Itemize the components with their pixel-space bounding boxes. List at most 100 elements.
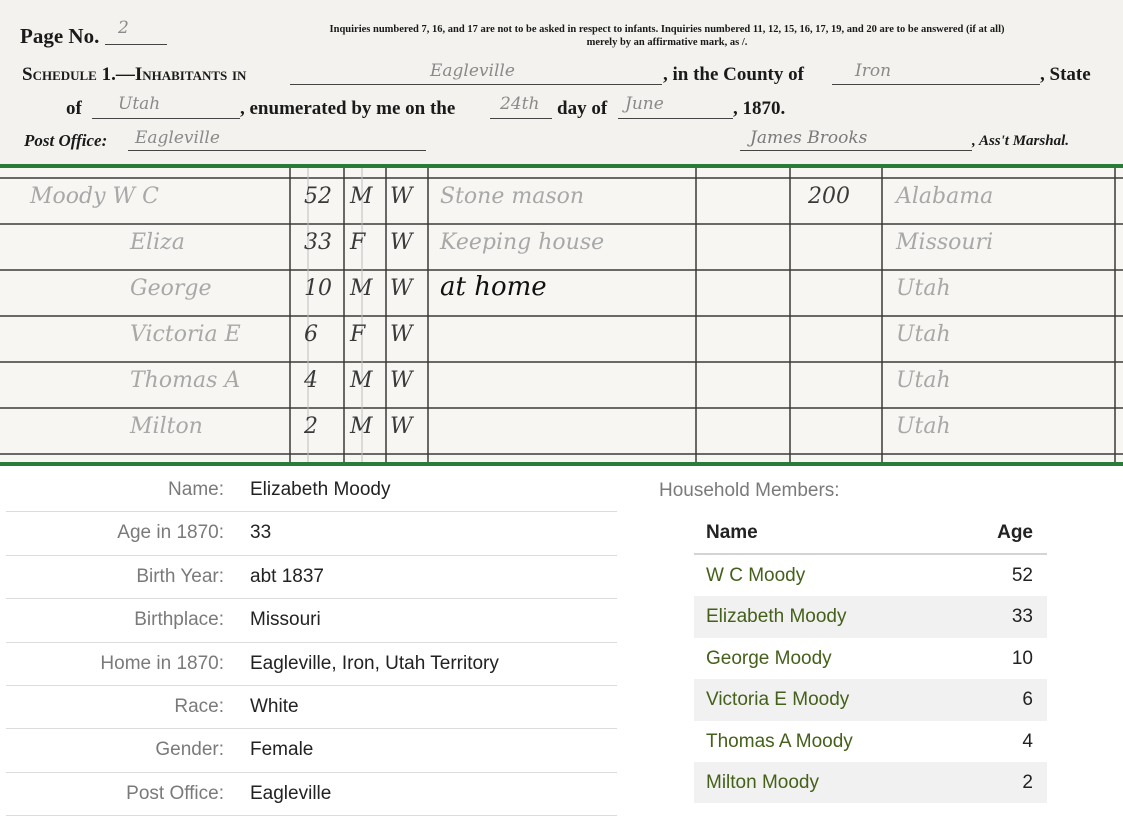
census-age-cell: 52: [304, 184, 332, 209]
census-birthplace-cell: Utah: [896, 368, 951, 393]
detail-label: Name:: [168, 479, 224, 500]
detail-row: Age in 1870: 33: [6, 512, 617, 556]
census-age-cell: 6: [304, 322, 318, 347]
census-birthplace-cell: Utah: [896, 322, 951, 347]
household-member-link[interactable]: Thomas A Moody: [706, 731, 853, 753]
county-handwritten: Iron: [855, 61, 892, 81]
detail-value: Female: [250, 739, 314, 761]
detail-label: Birth Year:: [136, 565, 224, 587]
household-row: Milton Moody 2: [694, 761, 1047, 804]
detail-row: Birthplace: Missouri: [6, 599, 617, 643]
census-name-cell: Eliza: [130, 230, 185, 255]
census-race-cell: W: [390, 230, 413, 255]
census-age-cell: 4: [304, 368, 318, 393]
household-member-link[interactable]: Elizabeth Moody: [706, 606, 846, 628]
household-member-link[interactable]: George Moody: [706, 648, 832, 670]
state-label: , State: [1040, 64, 1091, 85]
household-member-link[interactable]: Milton Moody: [706, 772, 819, 794]
census-race-cell: W: [390, 184, 413, 209]
census-sex-cell: M: [350, 368, 373, 393]
marshal-label: , Ass't Marshal.: [972, 133, 1069, 149]
household-member-age: 4: [1022, 730, 1033, 752]
detail-label: Home in 1870:: [100, 652, 224, 674]
census-sex-cell: M: [350, 276, 373, 301]
census-name-cell: Moody W C: [30, 184, 159, 209]
census-occupation-cell: Keeping house: [440, 230, 605, 255]
post-office-handwritten: Eagleville: [135, 128, 220, 148]
census-birthplace-cell: Utah: [896, 276, 951, 301]
detail-label: Gender:: [155, 739, 224, 761]
census-birthplace-cell: Alabama: [896, 184, 994, 209]
census-age-cell: 33: [304, 230, 332, 255]
household-member-age: 2: [1022, 771, 1033, 793]
detail-value: Elizabeth Moody: [250, 479, 391, 500]
census-race-cell: W: [390, 368, 413, 393]
page-number-line: [105, 44, 167, 45]
household-member-link[interactable]: Victoria E Moody: [706, 689, 849, 711]
household-member-age: 52: [1011, 565, 1033, 586]
household-rows: W C Moody 52 Elizabeth Moody 33 George Moody…: [694, 555, 1047, 804]
census-rows-image: Moody W C 52 M W Stone mason 200 Alabama Eliza 3…: [0, 168, 1123, 462]
of-label: of: [66, 98, 82, 119]
census-birthplace-cell: Missouri: [896, 230, 994, 255]
census-race-cell: W: [390, 276, 413, 301]
census-occupation-cell: Stone mason: [440, 184, 585, 209]
detail-row: Gender: Female: [6, 729, 617, 773]
census-birthplace-cell: Utah: [896, 414, 951, 439]
household-row: Victoria E Moody 6: [694, 679, 1047, 721]
detail-label: Age in 1870:: [117, 522, 224, 544]
census-sex-cell: F: [350, 322, 366, 347]
census-name-cell: Milton: [130, 414, 203, 439]
detail-label: Birthplace:: [134, 609, 224, 631]
notes-line-1: Inquiries numbered 7, 16, and 17 are not…: [329, 24, 1005, 35]
census-value-cell: 200: [808, 184, 850, 209]
detail-row: Post Office: Eagleville: [6, 773, 617, 816]
detail-label: Post Office:: [126, 782, 224, 804]
post-office-label: Post Office:: [24, 131, 108, 150]
census-sex-cell: M: [350, 184, 373, 209]
locality-handwritten: Eagleville: [430, 61, 515, 81]
schedule-label: Schedule 1.—Inhabitants in: [22, 64, 247, 85]
census-sex-cell: F: [350, 230, 366, 255]
county-label: , in the County of: [663, 64, 804, 85]
county-line: [832, 84, 1040, 85]
page-number: 2: [118, 18, 129, 38]
household-member-age: 10: [1011, 647, 1033, 669]
detail-value: Eagleville, Iron, Utah Territory: [250, 652, 499, 674]
household-member-age: 6: [1022, 689, 1033, 711]
selection-bottom-line: [0, 462, 1123, 466]
day-of-label: day of: [557, 98, 608, 119]
locality-line: [290, 84, 662, 85]
detail-row: Birth Year: abt 1837: [6, 556, 617, 600]
month-line: [618, 118, 733, 119]
page-label: Page No.: [20, 24, 100, 48]
census-age-cell: 10: [304, 276, 332, 301]
state-handwritten: Utah: [118, 94, 161, 114]
household-col-age: Age: [997, 522, 1033, 543]
census-sex-cell: M: [350, 414, 373, 439]
household-row: George Moody 10: [694, 638, 1047, 679]
household-row: Elizabeth Moody 33: [694, 596, 1047, 638]
detail-value: Eagleville: [250, 782, 332, 804]
census-name-cell: Thomas A: [130, 368, 241, 393]
census-race-cell: W: [390, 322, 413, 347]
census-page-header: Page No. 2 Inquiries numbered 7, 16, and…: [0, 0, 1123, 164]
year-label: , 1870.: [733, 98, 786, 119]
household-member-link[interactable]: W C Moody: [706, 565, 805, 587]
detail-row: Race: White: [6, 686, 617, 730]
notes-line-2: merely by an affirmative mark, as /.: [586, 37, 748, 48]
enumerated-label: , enumerated by me on the: [240, 98, 456, 119]
household-title: Household Members:: [659, 480, 840, 501]
state-line: [92, 118, 240, 119]
detail-value: White: [250, 695, 299, 717]
household-member-age: 33: [1011, 606, 1033, 628]
marshal-line: [740, 150, 972, 151]
month-handwritten: June: [625, 94, 664, 114]
household-members-table: Name Age W C Moody 52 Elizabeth Moody 33 Geo…: [694, 512, 1047, 804]
post-office-line: [128, 150, 426, 151]
detail-value: 33: [250, 522, 272, 544]
detail-value: abt 1837: [250, 565, 324, 587]
household-row: Thomas A Moody 4: [694, 721, 1047, 762]
census-race-cell: W: [390, 414, 413, 439]
census-notes: Inquiries numbered 7, 16, and 17 are not…: [232, 23, 1102, 49]
